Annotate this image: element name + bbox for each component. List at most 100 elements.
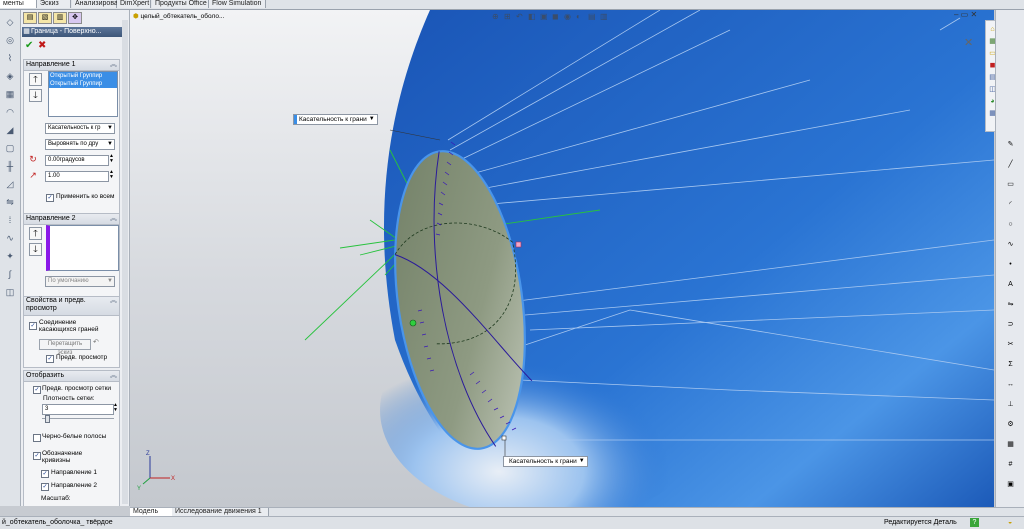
move-up-button[interactable]: 🡑 <box>29 227 42 240</box>
comb-direction2-checkbox[interactable]: ✓ <box>41 483 49 491</box>
direction1-curves-list[interactable]: Открытый Группир Открытый Группир <box>48 71 118 117</box>
close-pm-icon[interactable]: ✕ <box>964 36 973 49</box>
list-item[interactable]: Открытый Группир <box>49 72 117 80</box>
hide-show-icon[interactable]: ◉ <box>564 12 571 21</box>
zoom-to-fit-icon[interactable]: ⊕ <box>492 12 499 21</box>
scene-icon[interactable]: ▤ <box>588 12 596 21</box>
config-manager-icon[interactable]: ▥ <box>53 12 67 24</box>
ok-check-icon[interactable]: ✔ <box>25 40 33 51</box>
display-header[interactable]: Отобразить ︽ <box>24 371 119 382</box>
collapse-icon[interactable]: ︽ <box>110 371 117 381</box>
trim-icon[interactable]: ✂ <box>1006 340 1015 349</box>
spline-icon[interactable]: ∿ <box>1006 240 1015 249</box>
curve-icon[interactable]: ∿ <box>4 232 16 244</box>
length-spinner[interactable]: ▲ ▼ <box>109 170 114 180</box>
display-style-icon[interactable]: ◼ <box>552 12 559 21</box>
align-select[interactable]: Выровнять по дру ▼ <box>45 139 115 150</box>
window-controls[interactable]: ‒ ▭ ✕ <box>954 10 977 19</box>
rectangle-icon[interactable]: ▭ <box>1006 180 1015 189</box>
previous-view-icon[interactable]: ↶ <box>516 12 523 21</box>
tab-sketch[interactable]: Эскиз <box>37 0 71 8</box>
graphics-viewport[interactable]: Z X Y ⊕ ⊞ ↶ ◧ ▣ ◼ ◉ ◐ ▤ ▥ ✕ ‒ ▭ ✕ ⬢ целы… <box>130 10 994 507</box>
loft-icon[interactable]: ◈ <box>4 70 16 82</box>
line-icon[interactable]: ╱ <box>1006 160 1015 169</box>
boundary-icon[interactable]: ▦ <box>4 88 16 100</box>
property-manager-icon[interactable]: ▧ <box>38 12 52 24</box>
dimension-icon[interactable]: ↔ <box>1006 380 1015 389</box>
direction2-default-select[interactable]: По умолчанию ▼ <box>45 276 115 287</box>
mesh-density-spinner[interactable]: ▲ ▼ <box>113 403 118 413</box>
model-canvas[interactable]: Z X Y <box>130 10 994 507</box>
mirror-icon[interactable]: ⇋ <box>4 196 16 208</box>
move-down-button[interactable]: 🡓 <box>29 89 42 102</box>
section-view-icon[interactable]: ◧ <box>528 12 536 21</box>
dimxpert-manager-icon[interactable]: ✥ <box>68 12 82 24</box>
tangent-length-input[interactable]: 1.00 <box>45 171 109 182</box>
rebuild-status-icon[interactable]: ? <box>970 518 979 527</box>
handle-magenta[interactable] <box>515 241 522 248</box>
relations-icon[interactable]: ⊥ <box>1006 400 1015 409</box>
repair-icon[interactable]: ⚙ <box>1006 420 1015 429</box>
sketch-icon[interactable]: ✎ <box>1006 140 1015 149</box>
curvature-combs-checkbox[interactable]: ✓ <box>33 452 41 460</box>
pm-scrollbar[interactable] <box>122 20 128 504</box>
preview-checkbox[interactable]: ✓ <box>46 355 54 363</box>
revolve-icon[interactable]: ◎ <box>4 34 16 46</box>
block-icon[interactable]: ▣ <box>1006 480 1015 489</box>
offset-icon[interactable]: ⊃ <box>1006 320 1015 329</box>
direction2-curves-list[interactable] <box>46 225 119 271</box>
tree-item-part[interactable]: ⬢ целый_обтекатель_оболо... <box>133 12 224 20</box>
mirror-icon[interactable]: ⇋ <box>1006 300 1015 309</box>
point-icon[interactable]: • <box>1006 260 1015 269</box>
shell-icon[interactable]: ▢ <box>4 142 16 154</box>
mesh-density-slider[interactable] <box>42 418 114 419</box>
zoom-area-icon[interactable]: ⊞ <box>504 12 511 21</box>
handle-end[interactable] <box>501 435 507 441</box>
tab-office-products[interactable]: Продукты Office <box>152 0 209 8</box>
tangency-select[interactable]: Касательность к гр ▼ <box>45 123 115 134</box>
display-settings-icon[interactable]: ▥ <box>600 12 608 21</box>
tangency-callout-top[interactable]: Касательность к грани ▼ <box>293 114 378 125</box>
move-down-button[interactable]: 🡓 <box>29 243 42 256</box>
feature-manager-icon[interactable]: ▤ <box>23 12 37 24</box>
tab-motion-study[interactable]: Исследование движения 1 <box>172 508 269 516</box>
tab-features[interactable]: менты <box>0 0 37 8</box>
ref-geometry-icon[interactable]: ✦ <box>4 250 16 262</box>
cancel-x-icon[interactable]: ✖ <box>38 40 46 51</box>
appearance-icon[interactable]: ◐ <box>576 12 581 21</box>
sweep-icon[interactable]: ⌇ <box>4 52 16 64</box>
grid-icon[interactable]: # <box>1006 460 1015 469</box>
angle-input[interactable]: 0.00градусов <box>45 155 109 166</box>
zebra-stripes-checkbox[interactable] <box>33 434 41 442</box>
spline-icon[interactable]: ∫ <box>4 268 16 280</box>
fillet-icon[interactable]: ◠ <box>4 106 16 118</box>
circle-icon[interactable]: ○ <box>1006 220 1015 229</box>
tangency-callout-bottom[interactable]: Касательность к грани ▼ <box>503 456 588 467</box>
merge-tangent-checkbox[interactable]: ✓ <box>29 322 37 330</box>
direction1-header[interactable]: Направление 1 ︽ <box>24 60 119 71</box>
view-orientation-icon[interactable]: ▣ <box>540 12 548 21</box>
tab-flow-simulation[interactable]: Flow Simulation <box>209 0 266 8</box>
collapse-icon[interactable]: ︽ <box>110 297 117 305</box>
slider-thumb[interactable] <box>45 415 50 423</box>
move-up-button[interactable]: 🡑 <box>29 73 42 86</box>
direction2-header[interactable]: Направление 2 ︽ <box>24 214 119 225</box>
mesh-preview-checkbox[interactable]: ✓ <box>33 386 41 394</box>
sum-icon[interactable]: Σ <box>1006 360 1015 369</box>
tab-analyze[interactable]: Анализировать <box>72 0 125 8</box>
pattern-icon[interactable]: ⁞ <box>4 214 16 226</box>
apply-all-checkbox[interactable]: ✓ <box>46 194 54 202</box>
extrude-icon[interactable]: ◇ <box>4 16 16 28</box>
collapse-icon[interactable]: ︽ <box>110 214 117 224</box>
chamfer-icon[interactable]: ◢ <box>4 124 16 136</box>
layout-icon[interactable]: ▦ <box>1006 440 1015 449</box>
handle-green[interactable] <box>409 319 417 327</box>
draft-icon[interactable]: ◿ <box>4 178 16 190</box>
undo-sketch-drag-icon[interactable]: ↶ <box>93 338 99 346</box>
angle-spinner[interactable]: ▲ ▼ <box>109 154 114 164</box>
mesh-density-input[interactable]: 3 <box>42 404 114 415</box>
text-icon[interactable]: A <box>1006 280 1015 289</box>
comb-direction1-checkbox[interactable]: ✓ <box>41 470 49 478</box>
arc-icon[interactable]: ◜ <box>1006 200 1015 209</box>
options-header[interactable]: Свойства и предв. просмотр ︽ <box>24 297 119 316</box>
